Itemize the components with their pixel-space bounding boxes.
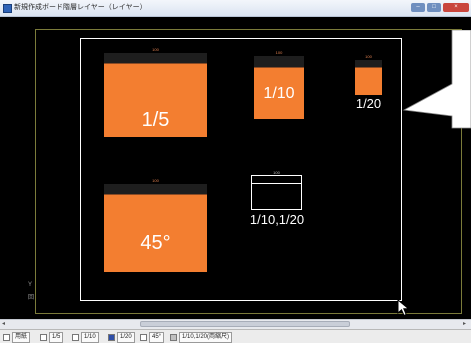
layer-tab-label: 用紙	[12, 332, 31, 343]
ruler-glyph: 回	[28, 295, 35, 301]
panel-45[interactable]: 100 45°	[104, 178, 207, 272]
panel-header-band: 100	[104, 178, 207, 195]
app-icon	[3, 4, 12, 13]
maximize-button[interactable]: □	[427, 3, 441, 12]
scroll-left-icon[interactable]: ◂	[2, 320, 5, 327]
layer-color-swatch	[72, 334, 79, 341]
panel-label: 1/10	[263, 85, 295, 102]
layer-tab-1-20[interactable]: 1/20	[108, 332, 135, 343]
layer-tab-label: 1/20	[117, 332, 135, 343]
close-button[interactable]: ×	[443, 3, 469, 12]
panel-label: 1/5	[141, 109, 170, 131]
minimize-button[interactable]: –	[411, 3, 425, 12]
window-title: 新規作成ボード階層レイヤー（レイヤー）	[14, 4, 147, 11]
layer-color-swatch	[40, 334, 47, 341]
layer-tab-label: 1/5	[49, 332, 64, 343]
panel-dimension: 100	[152, 178, 159, 183]
panel-header-band: 100	[254, 50, 304, 68]
layer-color-swatch	[140, 334, 147, 341]
layer-tab-label: 45°	[149, 332, 165, 343]
left-ruler: Y 回	[27, 20, 37, 312]
panel-1-5[interactable]: 100 1/5	[104, 47, 207, 137]
mouse-cursor-icon	[397, 299, 410, 317]
panel-dimension: 100	[365, 54, 372, 59]
panel-header-band: 100	[355, 54, 382, 68]
panel-1-20-label: 1/20	[355, 96, 382, 111]
panel-1-10[interactable]: 100 1/10	[254, 50, 304, 119]
layer-color-swatch	[108, 334, 115, 341]
layer-tab-bar: 用紙 1/5 1/10 1/20 45° 1/10,1/20(両縮尺)	[0, 329, 471, 343]
layer-tab-45[interactable]: 45°	[140, 332, 165, 343]
layer-tab-1-5[interactable]: 1/5	[40, 332, 64, 343]
panel-header-band: 100	[104, 47, 207, 64]
layer-tab-1-10[interactable]: 1/10	[72, 332, 99, 343]
layer-color-swatch	[170, 334, 177, 341]
panel-dimension: 100	[152, 47, 159, 52]
scroll-right-icon[interactable]: ▸	[463, 320, 466, 327]
panel-1-20[interactable]: 100	[355, 54, 382, 95]
panel-dimension: 100	[273, 170, 280, 175]
horizontal-scrollbar[interactable]: ◂ ▸	[0, 319, 471, 329]
scrollbar-thumb[interactable]	[140, 321, 350, 327]
callout-bubble	[402, 30, 471, 129]
panel-header-line	[252, 183, 301, 184]
panel-dimension: 100	[275, 50, 283, 55]
panel-label: 45°	[140, 232, 171, 254]
window-title-bar: 新規作成ボード階層レイヤー（レイヤー） – □ ×	[0, 0, 471, 17]
ruler-glyph: Y	[28, 282, 33, 288]
layer-color-swatch	[3, 334, 10, 341]
layer-tab-label: 1/10	[81, 332, 99, 343]
layer-tab-label: 1/10,1/20(両縮尺)	[179, 332, 233, 343]
layer-tab-1-10-1-20[interactable]: 1/10,1/20(両縮尺)	[170, 332, 233, 343]
layer-tab-paper[interactable]: 用紙	[3, 332, 31, 343]
panel-1-10-1-20[interactable]: 100	[251, 170, 302, 210]
panel-1-10-1-20-label: 1/10,1/20	[249, 212, 305, 227]
